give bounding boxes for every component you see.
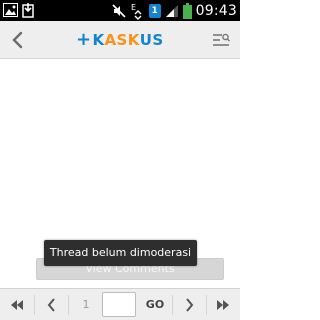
battery-icon [182,2,192,19]
go-button[interactable]: GO [141,293,169,317]
logo-k: K [92,31,105,49]
next-page-icon [185,298,193,312]
next-page-button[interactable] [176,293,202,317]
first-page-button[interactable] [4,293,30,317]
current-page-number: 1 [82,298,90,311]
page-number-input[interactable] [102,292,136,317]
first-page-icon [11,300,23,310]
prev-page-icon [47,298,55,312]
mute-icon [112,3,126,18]
divider [34,295,35,315]
signal-icon: E [131,3,142,20]
status-right-icons: E 1 09:43 [111,0,237,21]
logo-us: US [139,31,164,49]
sim-icon: 1 [148,3,161,18]
image-notification-icon [3,3,18,17]
back-button[interactable] [4,27,30,53]
app-bar: + K ASK US [0,21,240,59]
network-type-text: E [131,3,136,12]
menu-search-icon [213,33,230,46]
sim-badge: 1 [151,5,158,16]
last-page-button[interactable] [210,293,236,317]
divider [68,295,69,315]
divider [206,295,207,315]
pagination-bar: 1 GO [0,288,240,320]
wifi-signal-icon [165,5,178,17]
status-left-icons [3,2,35,18]
kaskus-logo: + K ASK US [76,29,164,50]
menu-search-button[interactable] [210,29,232,51]
logo-ask: ASK [104,31,140,49]
status-bar: E 1 09:43 [0,0,240,21]
prev-page-button[interactable] [38,293,64,317]
chevron-left-icon [12,31,23,49]
toast-message: Thread belum dimoderasi [44,240,197,266]
divider [172,295,173,315]
clock: 09:43 [195,2,237,19]
sync-icon [22,3,34,18]
last-page-icon [217,300,229,310]
